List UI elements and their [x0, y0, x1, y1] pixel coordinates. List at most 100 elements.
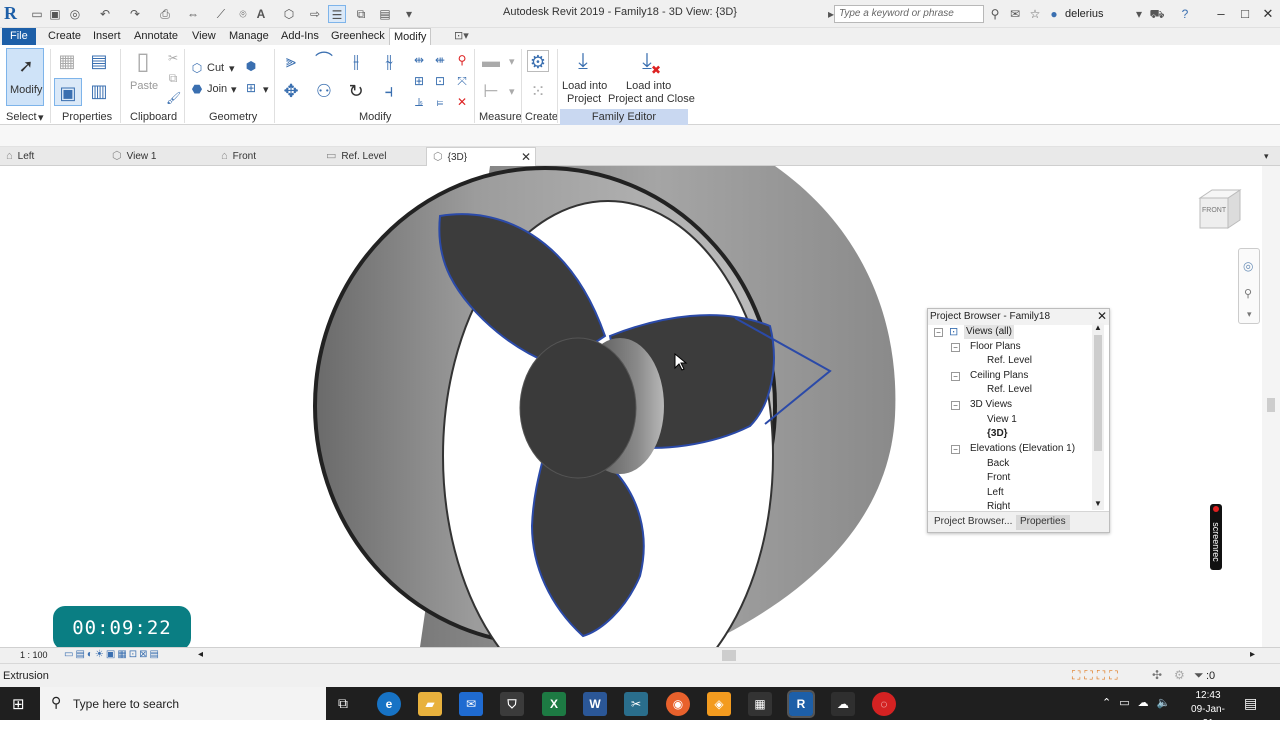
search-input[interactable]: Type a keyword or phrase — [834, 5, 984, 23]
selection-settings-icons[interactable]: ⛶⛶⛶⛶ — [1072, 668, 1122, 683]
pin-icon[interactable]: ⤧ — [455, 74, 469, 88]
user-icon[interactable]: ● — [1045, 5, 1063, 23]
dimension-chevron-icon[interactable]: ▾ — [509, 85, 515, 98]
split-chevron-icon[interactable]: ▾ — [263, 83, 269, 96]
collapse-toggle-icon[interactable]: − — [934, 328, 943, 337]
open-icon[interactable]: ▭ — [28, 5, 46, 23]
taskbar-clock[interactable]: 12:43 09-Jan-21 — [1186, 689, 1230, 731]
paste-label[interactable]: Paste — [130, 80, 158, 92]
collapse-toggle-icon[interactable]: − — [951, 372, 960, 381]
save-icon[interactable]: ▣ — [46, 5, 64, 23]
task-view-icon[interactable]: ⧉ — [338, 695, 348, 712]
switch-windows-icon[interactable]: ▤ — [376, 5, 394, 23]
join-chevron-icon[interactable]: ▾ — [231, 83, 237, 96]
view-scale[interactable]: 1 : 100 — [20, 650, 48, 660]
tree-item-left[interactable]: Left — [987, 486, 1004, 500]
tab-greenheck[interactable]: Greenheck — [327, 28, 389, 45]
edge-app-icon[interactable]: e — [377, 692, 401, 716]
horizontal-scrollbar-thumb[interactable] — [722, 650, 736, 661]
array-icon[interactable]: ⊞ — [412, 74, 426, 88]
copy-icon[interactable]: ⧉ — [166, 71, 180, 85]
view-3d-icon[interactable]: ⬡ — [280, 5, 298, 23]
cope-icon[interactable]: ⬢ — [244, 59, 258, 73]
system-tray-icons[interactable]: ⌃▭☁🔈 — [1102, 696, 1178, 709]
firefox-app-icon[interactable]: ◉ — [666, 692, 690, 716]
tab-properties[interactable]: Properties — [1016, 515, 1070, 530]
minimize-button[interactable]: – — [1210, 4, 1232, 24]
chevron-down-icon[interactable]: ▾ — [400, 5, 418, 23]
word-app-icon[interactable]: W — [583, 692, 607, 716]
unpin-icon[interactable]: ⚲ — [455, 53, 469, 67]
tree-item-right[interactable]: Right — [987, 500, 1010, 510]
mirror-pick-axis-icon[interactable]: ⫲ — [345, 50, 367, 72]
tag-icon[interactable]: ⌾ — [234, 5, 252, 23]
user-dropdown-icon[interactable]: ▾ — [1130, 5, 1148, 23]
zoom-icon[interactable]: ⚲ — [1244, 287, 1252, 300]
favorites-icon[interactable]: ☆ — [1026, 5, 1044, 23]
split-element-icon[interactable]: ⇹ — [412, 53, 426, 67]
view-tab-left[interactable]: ⌂ Left — [6, 147, 34, 166]
dimension-icon[interactable]: ⟋ — [212, 5, 230, 23]
view-cube[interactable]: FRONT — [1198, 188, 1242, 230]
scroll-up-icon[interactable]: ▲ — [1092, 323, 1104, 332]
scroll-down-icon[interactable]: ▼ — [1092, 499, 1104, 508]
scrollbar-thumb[interactable] — [1267, 398, 1275, 412]
load-close-label-2[interactable]: Project and Close — [608, 93, 695, 105]
paste-icon[interactable]: ▯ — [130, 50, 156, 79]
mirror-draw-axis-icon[interactable]: ⫳ — [378, 50, 400, 72]
sync-icon[interactable]: ◎ — [66, 5, 84, 23]
trim-multiple-icon[interactable]: ⫡ — [412, 95, 426, 109]
binoculars-icon[interactable]: ⚲ — [986, 5, 1004, 23]
match-properties-icon[interactable]: 🖌 — [166, 91, 181, 105]
join-icon[interactable]: ⬣ — [190, 82, 204, 96]
tab-project-browser[interactable]: Project Browser... — [930, 515, 1016, 530]
select-pinned-icon[interactable]: ✣ — [1152, 668, 1162, 682]
tab-create[interactable]: Create — [44, 28, 85, 45]
close-icon[interactable]: ✕ — [1097, 309, 1107, 324]
trim-single-icon[interactable]: ⫢ — [433, 95, 447, 109]
collapse-toggle-icon[interactable]: − — [951, 401, 960, 410]
create-similar-icon[interactable]: ⚙ — [527, 50, 549, 72]
measure-chevron-icon[interactable]: ▾ — [509, 55, 515, 68]
aligned-dimension-icon[interactable]: ⊢ — [480, 80, 502, 102]
view-tab-front[interactable]: ⌂ Front — [221, 147, 256, 166]
scroll-right-icon[interactable]: ▸ — [1250, 649, 1255, 660]
file-explorer-app-icon[interactable]: ▰ — [418, 692, 442, 716]
print-icon[interactable]: ⎙ — [156, 5, 174, 23]
cut-chevron-icon[interactable]: ▾ — [229, 62, 235, 75]
tab-overflow-icon[interactable]: ▾ — [1264, 147, 1269, 166]
load-close-label-1[interactable]: Load into — [626, 80, 671, 92]
cut-icon[interactable]: ⬡ — [190, 61, 204, 75]
notifications-icon[interactable]: ▤ — [1244, 695, 1257, 712]
undo-icon[interactable]: ↶ — [96, 5, 114, 23]
section-icon[interactable]: ⇨ — [306, 5, 324, 23]
delete-icon[interactable]: ✕ — [455, 95, 469, 109]
tab-manage[interactable]: Manage — [225, 28, 273, 45]
scissors-icon[interactable]: ✂ — [166, 51, 180, 65]
filter-icon[interactable]: ⏷ — [1194, 668, 1204, 683]
rotate-icon[interactable]: ↻ — [345, 80, 367, 102]
windows-start-icon[interactable]: ⊞ — [12, 695, 25, 713]
load-into-project-icon[interactable]: ⤓ — [570, 50, 596, 76]
tree-item-front[interactable]: Front — [987, 471, 1010, 485]
scroll-left-icon[interactable]: ◂ — [198, 649, 203, 660]
mail-app-icon[interactable]: ✉ — [459, 692, 483, 716]
type-properties-icon[interactable]: ▥ — [88, 80, 110, 102]
view-tab-3d[interactable]: ⬡ {3D} ✕ — [426, 147, 536, 166]
view-controls-icons[interactable]: ▭▤◐☀▣▦⊡⊠▤ — [64, 649, 161, 660]
tab-annotate[interactable]: Annotate — [130, 28, 182, 45]
thin-lines-icon[interactable]: ☰ — [328, 5, 346, 23]
family-types-icon[interactable]: ▦ — [56, 50, 78, 72]
move-icon[interactable]: ✥ — [280, 80, 302, 102]
tree-item-ceiling-plans[interactable]: Ceiling Plans — [970, 369, 1028, 383]
view-cube-face-label[interactable]: FRONT — [1202, 207, 1226, 214]
properties-icon[interactable]: ▣ — [54, 78, 82, 106]
split-face-icon[interactable]: ⊞ — [244, 81, 258, 95]
measure-icon[interactable]: ⇔ — [184, 5, 202, 23]
tab-modify[interactable]: Modify — [389, 28, 432, 45]
tree-item-3d-views[interactable]: 3D Views — [970, 398, 1012, 412]
contextual-tab-icon[interactable]: ⊡▾ — [450, 28, 473, 45]
copy-element-icon[interactable]: ⚇ — [313, 80, 335, 102]
create-group-icon[interactable]: ⁙ — [527, 80, 549, 102]
communication-icon[interactable]: ✉ — [1006, 5, 1024, 23]
